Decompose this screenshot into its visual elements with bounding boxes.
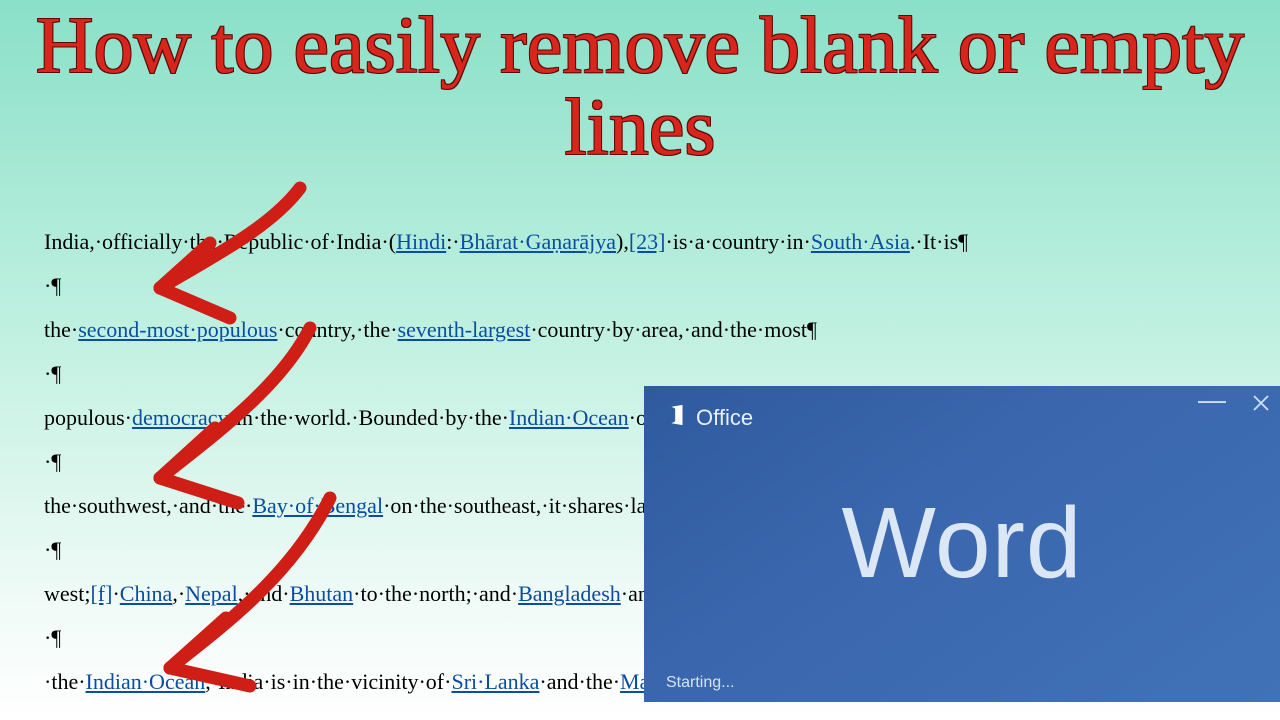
text-run: populous·	[44, 405, 132, 430]
hyperlink[interactable]: democracy	[132, 405, 229, 430]
hyperlink[interactable]: Sri·Lanka	[451, 669, 539, 694]
hyperlink[interactable]: [f]	[90, 581, 112, 606]
status-text: Starting...	[666, 674, 734, 692]
text-run: the·	[44, 317, 78, 342]
hyperlink[interactable]: Indian·Ocean	[509, 405, 629, 430]
hyperlink[interactable]: Bhutan	[290, 581, 354, 606]
text-run: ·¶	[44, 273, 61, 298]
text-run: ·¶	[44, 361, 61, 386]
text-run: ·the·	[44, 669, 86, 694]
document-line: ·¶	[44, 264, 1044, 308]
document-line: the·second-most·populous·country,·the·se…	[44, 308, 1044, 352]
text-run: west;	[44, 581, 90, 606]
text-run: :·	[446, 229, 459, 254]
thumbnail-title: How to easily remove blank or empty line…	[0, 6, 1280, 169]
text-run: ,·and·	[238, 581, 290, 606]
text-run: ·¶	[44, 625, 61, 650]
text-run: ·country·by·area,·and·the·most¶	[530, 317, 817, 342]
close-icon	[1252, 394, 1270, 412]
text-run: the·southwest,·and·the·	[44, 493, 252, 518]
document-line: India,·officially·the·Republic·of·India·…	[44, 220, 1044, 264]
text-run: ·in·the·world.·Bounded·by·the·	[229, 405, 509, 430]
text-run: .·It·is¶	[910, 229, 968, 254]
text-run: ·and·the·	[539, 669, 620, 694]
text-run: ·on·the·southeast,·it·shares·land	[383, 493, 668, 518]
text-run: ,·	[172, 581, 185, 606]
text-run: ),	[616, 229, 629, 254]
hyperlink[interactable]: Nepal	[185, 581, 238, 606]
text-run: ·	[112, 581, 119, 606]
hyperlink[interactable]: South·Asia	[811, 229, 910, 254]
text-run: ·is·a·country·in·	[665, 229, 810, 254]
hyperlink[interactable]: Bay·of·Bengal	[252, 493, 383, 518]
hyperlink[interactable]: Bangladesh	[518, 581, 621, 606]
text-run: ·country,·the·	[277, 317, 397, 342]
text-run: ·¶	[44, 449, 61, 474]
office-logo-icon	[666, 404, 688, 432]
app-name: Word	[644, 486, 1280, 601]
hyperlink[interactable]: Indian·Ocean	[86, 669, 206, 694]
text-run: ·¶	[44, 537, 61, 562]
hyperlink[interactable]: China	[120, 581, 173, 606]
hyperlink[interactable]: Hindi	[396, 229, 446, 254]
hyperlink[interactable]: [23]	[629, 229, 666, 254]
text-run: ,·India·is·in·the·vicinity·of·	[205, 669, 451, 694]
close-button[interactable]	[1252, 394, 1270, 417]
brand-label: Office	[696, 405, 753, 431]
hyperlink[interactable]: second-most·populous	[78, 317, 277, 342]
text-run: ·to·the·north;·and·	[353, 581, 518, 606]
hyperlink[interactable]: seventh-largest	[398, 317, 531, 342]
word-splash-screen: — Office Word Starting...	[644, 386, 1280, 702]
text-run: India,·officially·the·Republic·of·India·…	[44, 229, 396, 254]
minimize-button[interactable]: —	[1198, 394, 1226, 417]
hyperlink[interactable]: Bhārat·Gaṇarājya	[460, 229, 616, 254]
